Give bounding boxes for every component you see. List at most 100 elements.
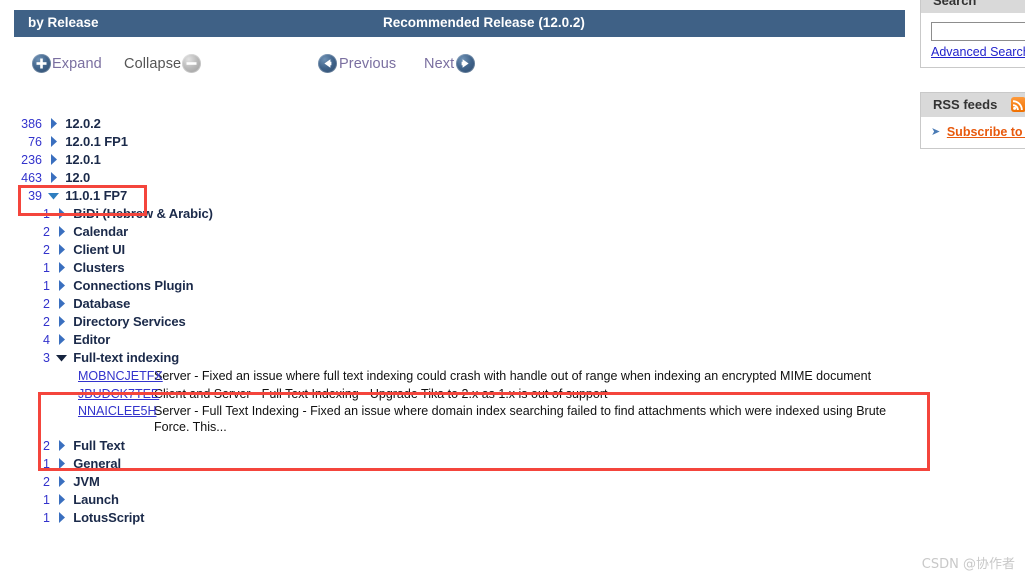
row-count: 463 (21, 171, 42, 185)
tree-row-category-expanded[interactable]: 3 Full-text indexing (0, 349, 910, 367)
issue-description: Server - Full Text Indexing - Fixed an i… (154, 404, 887, 434)
row-count: 3 (43, 351, 50, 365)
row-count: 1 (43, 279, 50, 293)
tree-row-release[interactable]: 76 12.0.1 FP1 (0, 133, 910, 151)
tree-row-category[interactable]: 1 LotusScript (0, 509, 910, 527)
row-count: 4 (43, 333, 50, 347)
issue-list-item[interactable]: MOBNCJETFX Server - Fixed an issue where… (0, 369, 910, 385)
row-label: JVM (73, 474, 100, 489)
tree-row-category[interactable]: 1 Clusters (0, 259, 910, 277)
chevron-right-icon[interactable] (54, 455, 70, 473)
tree-row-category[interactable]: 1 BiDi (Hebrew & Arabic) (0, 205, 910, 223)
chevron-right-icon[interactable] (54, 437, 70, 455)
previous-button[interactable]: Previous (318, 54, 396, 73)
row-label: Directory Services (73, 314, 186, 329)
issue-id-link[interactable]: NNAICLEE5H (78, 404, 157, 420)
row-count: 236 (21, 153, 42, 167)
rss-panel-title: RSS feeds (933, 97, 998, 112)
plus-circle-icon (32, 54, 51, 73)
row-label: Client UI (73, 242, 126, 257)
advanced-search-link[interactable]: Advanced Search (931, 45, 1025, 59)
row-count: 2 (43, 315, 50, 329)
collapse-button[interactable]: Collapse (124, 54, 202, 73)
chevron-right-icon[interactable] (54, 313, 70, 331)
tree-row-category[interactable]: 2 Client UI (0, 241, 910, 259)
row-count: 2 (43, 475, 50, 489)
tree-row-category[interactable]: 4 Editor (0, 331, 910, 349)
tree-row-release[interactable]: 463 12.0 (0, 169, 910, 187)
row-count: 1 (43, 207, 50, 221)
issue-list-item[interactable]: JBUDCK7TEE Client and Server - Full Text… (0, 387, 910, 403)
chevron-right-icon[interactable] (54, 295, 70, 313)
row-count: 2 (43, 297, 50, 311)
right-sidebar: Search Advanced Search RSS feeds ➤ Subsc… (920, 0, 1025, 580)
tree-row-category[interactable]: 2 JVM (0, 473, 910, 491)
tree-row-release[interactable]: 236 12.0.1 (0, 151, 910, 169)
row-label: Clusters (73, 260, 125, 275)
watermark: CSDN @协作者 (921, 557, 1015, 572)
row-label: Database (73, 296, 131, 311)
rss-icon (1010, 97, 1025, 112)
search-input[interactable] (931, 22, 1025, 41)
chevron-right-icon[interactable] (54, 259, 70, 277)
row-label: 12.0.1 FP1 (65, 134, 128, 149)
row-label: 11.0.1 FP7 (65, 188, 128, 203)
row-count: 2 (43, 225, 50, 239)
minus-circle-icon (182, 54, 202, 73)
tree-row-category[interactable]: 1 Connections Plugin (0, 277, 910, 295)
rss-panel-header: RSS feeds (921, 93, 1025, 117)
tree-row-category[interactable]: 2 Directory Services (0, 313, 910, 331)
chevron-down-icon[interactable] (54, 349, 70, 367)
row-count: 2 (43, 243, 50, 257)
issue-list-item[interactable]: NNAICLEE5H Server - Full Text Indexing -… (0, 404, 910, 435)
chevron-right-icon[interactable] (54, 241, 70, 259)
issue-description: Server - Fixed an issue where full text … (154, 369, 872, 383)
chevron-right-icon[interactable] (54, 473, 70, 491)
expand-label: Expand (52, 55, 102, 72)
chevron-right-icon[interactable] (46, 169, 62, 187)
chevron-right-icon[interactable] (54, 277, 70, 295)
tree-row-category[interactable]: 2 Database (0, 295, 910, 313)
row-count: 76 (28, 135, 42, 149)
next-button[interactable]: Next (424, 54, 476, 73)
collapse-label: Collapse (124, 55, 182, 72)
chevron-right-icon[interactable] (46, 151, 62, 169)
search-panel-title: Search (921, 0, 1025, 13)
row-count: 1 (43, 493, 50, 507)
row-label: Launch (73, 492, 119, 507)
rss-panel-body: ➤ Subscribe to list (921, 117, 1025, 148)
row-label: Connections Plugin (73, 278, 194, 293)
previous-label: Previous (339, 55, 397, 72)
row-label: LotusScript (73, 510, 145, 525)
chevron-right-icon[interactable] (46, 133, 62, 151)
row-label: Calendar (73, 224, 129, 239)
chevron-right-icon[interactable] (54, 331, 70, 349)
rss-subscribe-link[interactable]: Subscribe to list (947, 125, 1025, 139)
next-label: Next (424, 55, 455, 72)
expand-button[interactable]: Expand (32, 54, 102, 73)
tree-row-category[interactable]: 1 Launch (0, 491, 910, 509)
chevron-right-icon[interactable] (46, 115, 62, 133)
tree-row-release[interactable]: 386 12.0.2 (0, 115, 910, 133)
search-panel-body: Advanced Search (921, 13, 1025, 67)
issue-description: Client and Server - Full Text Indexing -… (154, 386, 608, 401)
chevron-right-icon[interactable] (54, 509, 70, 527)
tree-row-category[interactable]: 1 General (0, 455, 910, 473)
arrow-left-circle-icon (318, 54, 337, 73)
row-label: 12.0.2 (65, 116, 101, 131)
chevron-right-icon[interactable] (54, 223, 70, 241)
issue-id-link[interactable]: JBUDCK7TEE (78, 387, 159, 403)
row-label: 12.0 (65, 170, 91, 185)
tree-row-category[interactable]: 2 Calendar (0, 223, 910, 241)
chevron-right-icon[interactable] (54, 491, 70, 509)
issue-id-link[interactable]: MOBNCJETFX (78, 369, 163, 385)
chevron-right-icon[interactable] (54, 205, 70, 223)
release-header-bar: by Release Recommended Release (12.0.2) (14, 10, 905, 37)
tree-row-category[interactable]: 2 Full Text (0, 437, 910, 455)
chevron-down-icon[interactable] (46, 187, 62, 205)
row-label: Full-text indexing (73, 350, 180, 365)
main-content-column: by Release Recommended Release (12.0.2) … (0, 0, 930, 580)
row-count: 1 (43, 261, 50, 275)
tree-row-release-selected[interactable]: 39 11.0.1 FP7 (0, 187, 910, 205)
row-label: General (73, 456, 121, 471)
